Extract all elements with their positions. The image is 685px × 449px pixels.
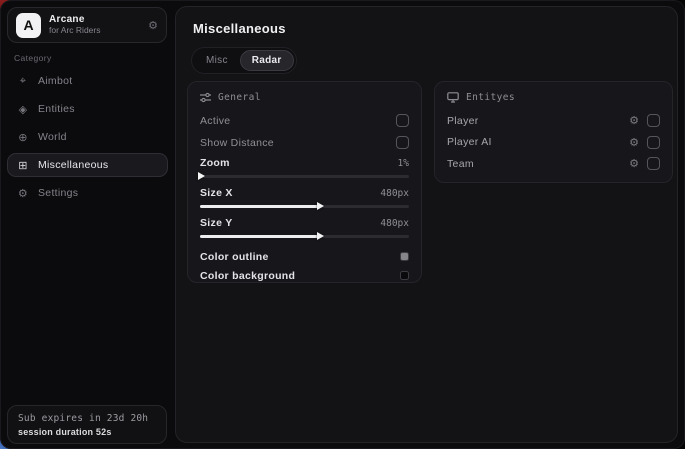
color-outline-swatch[interactable] <box>400 252 409 261</box>
monitor-icon <box>447 92 459 103</box>
brand-logo: A <box>16 13 41 38</box>
sidebar-item-label: World <box>38 131 67 143</box>
show-distance-row: Show Distance <box>200 132 409 153</box>
size-y-slider-group: Size Y 480px <box>200 217 409 241</box>
page-title: Miscellaneous <box>193 21 286 36</box>
size-x-label: Size X <box>200 187 233 199</box>
subscription-card: Sub expires in 23d 20h session duration … <box>7 405 167 444</box>
sidebar-item-miscellaneous[interactable]: ⊞ Miscellaneous <box>7 153 168 177</box>
size-y-label: Size Y <box>200 217 233 229</box>
sidebar: A Arcane for Arc Riders ⚙ Category ⌖ Aim… <box>0 0 175 449</box>
gear-icon[interactable]: ⚙ <box>148 19 158 32</box>
size-x-slider[interactable] <box>200 202 409 211</box>
team-checkbox[interactable] <box>647 157 660 170</box>
show-distance-label: Show Distance <box>200 137 274 149</box>
sidebar-item-settings[interactable]: ⚙ Settings <box>7 181 168 205</box>
player-ai-row: Player AI ⚙ <box>447 132 660 154</box>
gear-icon[interactable]: ⚙ <box>629 114 639 127</box>
entities-card-header: Entityes <box>447 92 660 103</box>
gear-icon: ⚙ <box>17 187 29 200</box>
sidebar-nav: ⌖ Aimbot ◈ Entities ⊕ World ⊞ Miscellane… <box>7 69 168 205</box>
general-card: General Active Show Distance Zoom 1% <box>187 81 422 283</box>
slider-fill <box>200 235 319 238</box>
session-duration-text: session duration 52s <box>18 427 156 437</box>
sidebar-item-label: Miscellaneous <box>38 159 108 171</box>
brand-subtitle: for Arc Riders <box>49 26 140 36</box>
sidebar-item-label: Settings <box>38 187 78 199</box>
sub-expiry-text: Sub expires in 23d 20h <box>18 413 156 424</box>
gear-icon[interactable]: ⚙ <box>629 136 639 149</box>
entities-card-title: Entityes <box>466 92 515 103</box>
sidebar-item-label: Entities <box>38 103 75 115</box>
zoom-value: 1% <box>398 158 409 169</box>
active-checkbox[interactable] <box>396 114 409 127</box>
gear-icon[interactable]: ⚙ <box>629 157 639 170</box>
team-row: Team ⚙ <box>447 153 660 175</box>
entities-card: Entityes Player ⚙ Player AI ⚙ Team ⚙ <box>434 81 673 183</box>
general-card-title: General <box>218 92 261 103</box>
globe-icon: ⊕ <box>17 131 29 144</box>
brand-card: A Arcane for Arc Riders ⚙ <box>7 7 167 43</box>
brand-text: Arcane for Arc Riders <box>49 14 140 35</box>
sidebar-item-world[interactable]: ⊕ World <box>7 125 168 149</box>
tab-radar[interactable]: Radar <box>240 50 294 71</box>
color-outline-label: Color outline <box>200 251 269 263</box>
player-row: Player ⚙ <box>447 110 660 132</box>
size-x-slider-group: Size X 480px <box>200 187 409 211</box>
player-ai-checkbox[interactable] <box>647 136 660 149</box>
team-label: Team <box>447 158 629 170</box>
color-background-swatch[interactable] <box>400 271 409 280</box>
general-card-header: General <box>200 92 409 103</box>
category-label: Category <box>14 53 52 63</box>
zoom-slider-group: Zoom 1% <box>200 157 409 181</box>
entities-icon: ◈ <box>17 103 29 116</box>
player-ai-label: Player AI <box>447 136 629 148</box>
grid-icon: ⊞ <box>17 159 29 172</box>
slider-fill <box>200 205 319 208</box>
size-y-value: 480px <box>380 218 409 229</box>
sidebar-item-aimbot[interactable]: ⌖ Aimbot <box>7 69 168 93</box>
app-window: A Arcane for Arc Riders ⚙ Category ⌖ Aim… <box>0 0 685 449</box>
sidebar-item-entities[interactable]: ◈ Entities <box>7 97 168 121</box>
color-background-row: Color background <box>200 266 409 285</box>
tab-bar: Misc Radar <box>191 47 297 74</box>
crosshair-icon: ⌖ <box>17 75 29 88</box>
active-row: Active <box>200 110 409 131</box>
tab-misc[interactable]: Misc <box>194 50 240 71</box>
show-distance-checkbox[interactable] <box>396 136 409 149</box>
slider-track <box>200 175 409 178</box>
sidebar-item-label: Aimbot <box>38 75 72 87</box>
slider-thumb[interactable] <box>317 232 324 240</box>
active-label: Active <box>200 115 230 127</box>
color-outline-row: Color outline <box>200 247 409 266</box>
player-checkbox[interactable] <box>647 114 660 127</box>
slider-thumb[interactable] <box>198 172 205 180</box>
zoom-label: Zoom <box>200 157 230 169</box>
color-background-label: Color background <box>200 270 295 282</box>
slider-thumb[interactable] <box>317 202 324 210</box>
size-y-slider[interactable] <box>200 232 409 241</box>
player-label: Player <box>447 115 629 127</box>
size-x-value: 480px <box>380 188 409 199</box>
sliders-icon <box>200 92 211 103</box>
zoom-slider[interactable] <box>200 172 409 181</box>
main-panel: Miscellaneous Misc Radar General Act <box>175 6 678 443</box>
